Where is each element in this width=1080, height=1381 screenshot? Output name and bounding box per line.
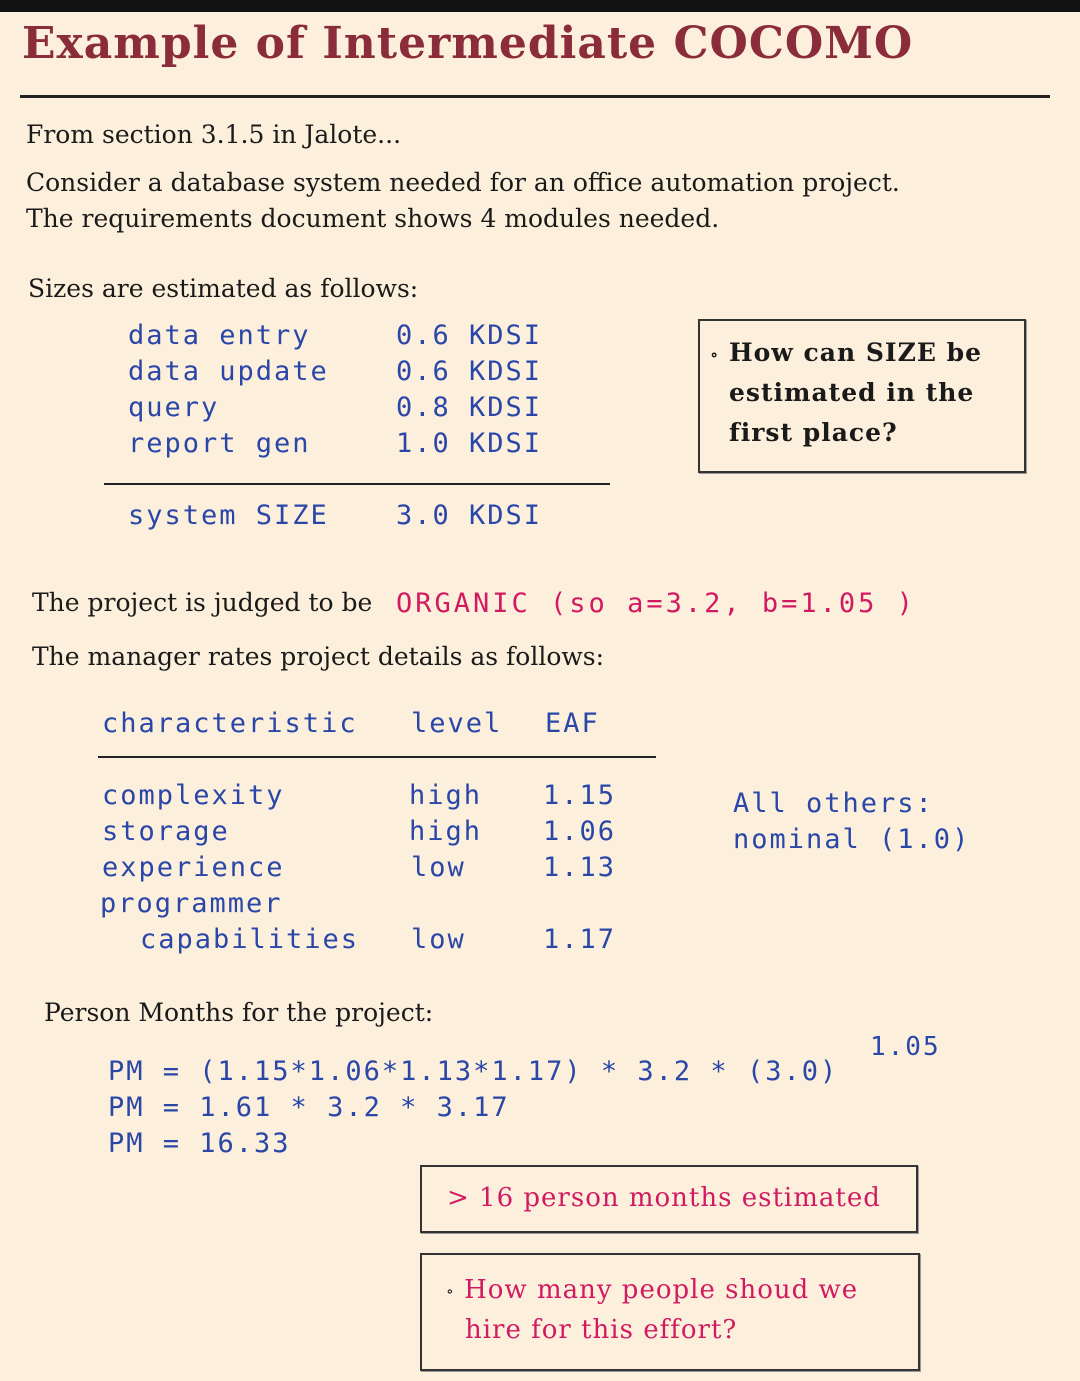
column-header-eaf: EAF — [545, 708, 600, 739]
bullet-icon: ∘ — [446, 1281, 455, 1301]
top-bar — [0, 0, 1080, 12]
size-question-line-2: estimated in the — [729, 378, 975, 407]
module-name: data update — [128, 356, 329, 387]
bullet-icon: ∘ — [710, 345, 720, 364]
mode-prefix: The project is judged to be — [32, 588, 373, 617]
module-size: 0.6 KDSI — [396, 356, 543, 387]
module-size: 1.0 KDSI — [396, 428, 543, 459]
pm-heading: Person Months for the project: — [44, 998, 434, 1027]
ratings-heading: The manager rates project details as fol… — [32, 642, 605, 671]
rating-eaf: 1.13 — [543, 852, 617, 883]
source-text: From section 3.1.5 in Jalote... — [26, 120, 402, 149]
rating-characteristic: storage — [102, 816, 230, 847]
people-question-box — [420, 1253, 920, 1371]
others-note-line-2: nominal (1.0) — [733, 824, 971, 855]
system-size-value: 3.0 KDSI — [396, 500, 543, 531]
rating-eaf: 1.06 — [543, 816, 617, 847]
pm-line-1: PM = (1.15*1.06*1.13*1.17) * 3.2 * (3.0) — [108, 1056, 839, 1087]
mode-value: ORGANIC (so a=3.2, b=1.05 ) — [396, 588, 916, 619]
people-question-line-2: hire for this effort? — [465, 1315, 738, 1345]
rating-eaf: 1.15 — [543, 780, 617, 811]
rating-level: high — [409, 780, 483, 811]
size-question-line-3: first place? — [729, 418, 898, 447]
intro-line-1: Consider a database system needed for an… — [26, 168, 900, 197]
module-size: 0.8 KDSI — [396, 392, 543, 423]
people-question-line-1: ∘ How many people shoud we — [446, 1275, 858, 1305]
people-question-text: How many people shoud we — [464, 1275, 859, 1305]
column-header-level: level — [411, 708, 503, 739]
size-question-text: How can SIZE be — [729, 338, 982, 367]
pm-line-3: PM = 16.33 — [108, 1128, 291, 1159]
sizes-heading: Sizes are estimated as follows: — [28, 274, 419, 303]
rating-characteristic: experience — [102, 852, 285, 883]
size-question-line-1: ∘ How can SIZE be — [710, 338, 982, 367]
sizes-divider — [104, 483, 610, 485]
rating-level: low — [411, 924, 466, 955]
pm-line-2: PM = 1.61 * 3.2 * 3.17 — [108, 1092, 510, 1123]
rating-characteristic: capabilities — [140, 924, 360, 955]
rating-level: low — [411, 852, 466, 883]
rating-level: high — [409, 816, 483, 847]
result-text: > 16 person months estimated — [447, 1183, 881, 1213]
rating-characteristic: programmer — [100, 888, 283, 919]
column-header-characteristic: characteristic — [102, 708, 358, 739]
rating-characteristic: complexity — [102, 780, 285, 811]
rating-eaf: 1.17 — [543, 924, 617, 955]
intro-line-2: The requirements document shows 4 module… — [26, 204, 720, 233]
others-note-line-1: All others: — [733, 788, 934, 819]
pm-exponent: 1.05 — [870, 1032, 941, 1062]
system-size-label: system SIZE — [128, 500, 329, 531]
ratings-divider — [98, 756, 656, 758]
module-name: query — [128, 392, 220, 423]
title-divider — [20, 95, 1050, 98]
module-size: 0.6 KDSI — [396, 320, 543, 351]
module-name: data entry — [128, 320, 311, 351]
module-name: report gen — [128, 428, 311, 459]
page-title: Example of Intermediate COCOMO — [22, 18, 914, 69]
